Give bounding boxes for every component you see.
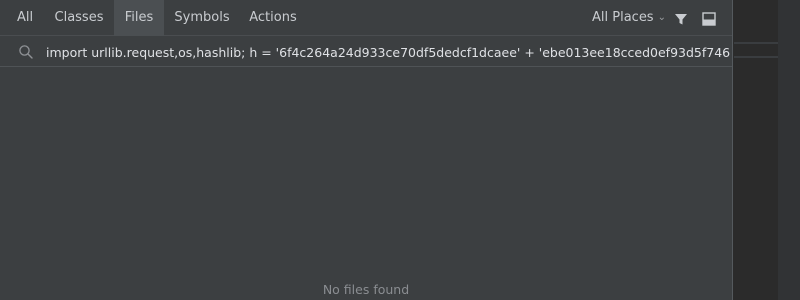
results-list: No files found bbox=[0, 68, 732, 300]
scope-dropdown-label: All Places bbox=[592, 10, 654, 25]
tab-actions[interactable]: Actions bbox=[240, 0, 306, 36]
search-icon bbox=[18, 44, 34, 60]
preview-panel-icon[interactable] bbox=[702, 11, 716, 26]
tab-classes[interactable]: Classes bbox=[46, 0, 112, 36]
editor-background bbox=[734, 0, 800, 300]
tab-symbols[interactable]: Symbols bbox=[166, 0, 238, 36]
search-everywhere-window: All Classes Files Symbols Actions All Pl… bbox=[0, 0, 800, 300]
scope-dropdown[interactable]: All Places ⌄ bbox=[592, 0, 666, 36]
tab-files[interactable]: Files bbox=[114, 0, 164, 36]
chevron-down-icon: ⌄ bbox=[657, 12, 666, 23]
tab-all[interactable]: All bbox=[6, 0, 44, 36]
search-input[interactable] bbox=[46, 41, 730, 63]
search-row bbox=[0, 37, 732, 67]
tab-bar: All Classes Files Symbols Actions All Pl… bbox=[0, 0, 732, 36]
editor-scroll-stripe bbox=[778, 0, 800, 300]
empty-results-message: No files found bbox=[322, 282, 410, 297]
search-everywhere-popup: All Classes Files Symbols Actions All Pl… bbox=[0, 0, 733, 300]
filter-icon[interactable] bbox=[674, 11, 688, 25]
